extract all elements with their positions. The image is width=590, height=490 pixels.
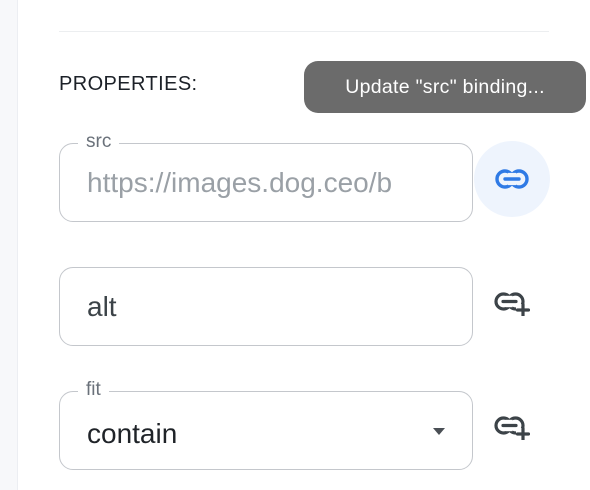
link-add-icon: [494, 416, 530, 440]
src-field-placeholder[interactable]: https://images.dog.ceo/b: [87, 144, 448, 221]
section-divider: [59, 31, 549, 32]
src-binding-button[interactable]: [474, 141, 550, 217]
fit-binding-button[interactable]: [474, 390, 550, 466]
link-add-icon: [494, 292, 530, 316]
fit-select[interactable]: fit contain: [59, 378, 473, 470]
alt-field[interactable]: alt: [59, 267, 473, 346]
fit-select-value[interactable]: contain: [87, 398, 448, 469]
dropdown-arrow-icon[interactable]: [433, 428, 445, 435]
properties-heading: PROPERTIES:: [59, 73, 198, 95]
link-icon: [495, 169, 529, 189]
alt-binding-button[interactable]: [474, 266, 550, 342]
alt-field-value[interactable]: alt: [87, 268, 448, 345]
left-rail: [0, 0, 18, 490]
binding-tooltip: Update "src" binding...: [304, 61, 586, 113]
src-field[interactable]: src https://images.dog.ceo/b: [59, 130, 473, 222]
